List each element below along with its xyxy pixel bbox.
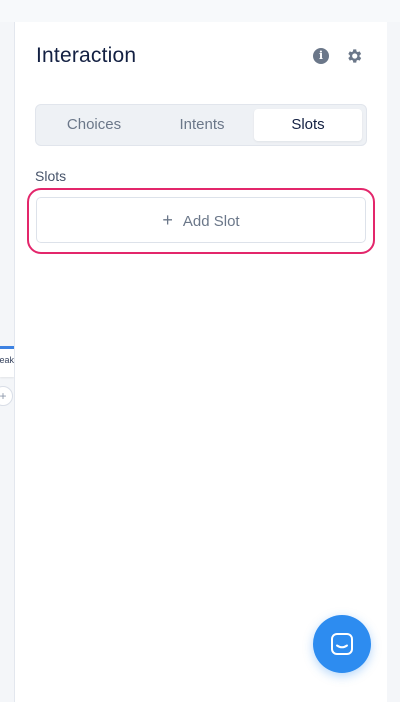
tab-slots[interactable]: Slots [254, 109, 362, 141]
tab-intents[interactable]: Intents [148, 109, 256, 141]
tab-bar: Choices Intents Slots [35, 104, 367, 146]
panel-title: Interaction [36, 44, 137, 67]
interaction-panel: Interaction i Choices Intents Slots Slot… [14, 22, 388, 702]
add-slot-label: Add Slot [182, 213, 240, 230]
chat-bubble-icon [331, 633, 353, 655]
chat-launcher-button[interactable] [313, 615, 371, 673]
flow-node-label: peak [0, 355, 14, 365]
info-icon[interactable]: i [313, 48, 329, 64]
tab-choices[interactable]: Choices [40, 109, 148, 141]
gear-icon[interactable] [345, 47, 363, 65]
add-slot-button[interactable]: + Add Slot [36, 197, 366, 243]
plus-icon: + [162, 210, 173, 230]
top-toolbar-strip [0, 0, 400, 23]
slots-section-label: Slots [35, 168, 67, 184]
right-gutter [387, 22, 400, 702]
